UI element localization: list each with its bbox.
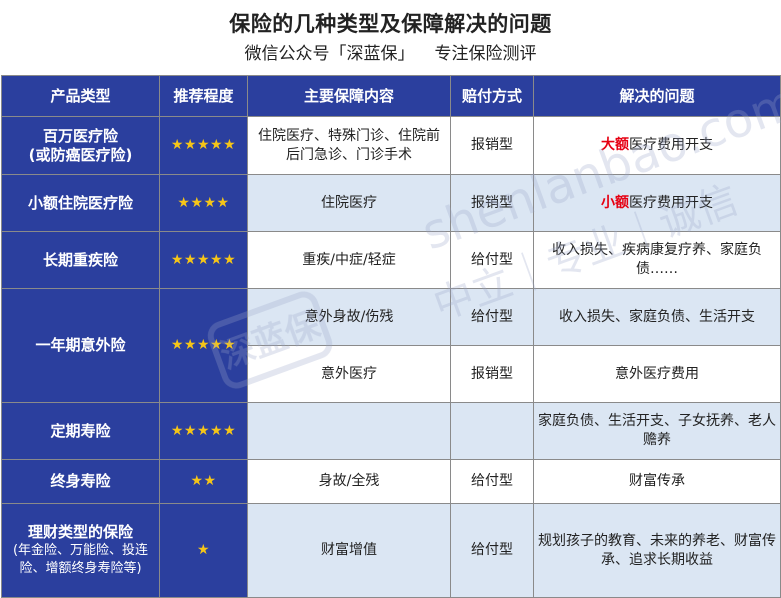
cell-coverage: 意外医疗 — [247, 345, 451, 403]
cell-payout: 报销型 — [450, 174, 534, 232]
page-subtitle: 微信公众号「深蓝保」 专注保险测评 — [0, 37, 781, 66]
cell-coverage — [247, 402, 451, 460]
column-header-rating: 推荐程度 — [159, 75, 248, 117]
cell-type: 长期重疾险 — [1, 231, 160, 289]
table-row: 百万医疗险 (或防癌医疗险) ★★★★★ 住院医疗、特殊门诊、住院前后门急诊、门… — [1, 116, 781, 175]
table-header-row: 产品类型 推荐程度 主要保障内容 赔付方式 解决的问题 — [1, 75, 781, 117]
subtitle-slogan: 专注保险测评 — [434, 44, 537, 64]
cell-problem: 意外医疗费用 — [533, 345, 781, 403]
cell-type: 终身寿险 — [1, 459, 160, 504]
rating-stars: ★★★★★ — [159, 402, 248, 460]
rating-stars: ★ — [159, 503, 248, 598]
insurance-comparison-table: 产品类型 推荐程度 主要保障内容 赔付方式 解决的问题 百万医疗险 (或防癌医疗… — [1, 75, 781, 598]
cell-payout: 报销型 — [450, 345, 534, 403]
cell-payout — [450, 402, 534, 460]
cell-coverage: 意外身故/伤残 — [247, 288, 451, 346]
problem-text: 医疗费用开支 — [629, 194, 713, 211]
cell-problem: 小额医疗费用开支 — [533, 174, 781, 232]
table-row: 定期寿险 ★★★★★ 家庭负债、生活开支、子女抚养、老人赡养 — [1, 402, 781, 460]
type-sub-label: (或防癌医疗险) — [28, 146, 133, 164]
cell-coverage: 身故/全残 — [247, 459, 451, 504]
page-title: 保险的几种类型及保障解决的问题 — [229, 12, 552, 36]
column-header-type: 产品类型 — [1, 75, 160, 117]
cell-type: 小额住院医疗险 — [1, 174, 160, 232]
cell-problem: 家庭负债、生活开支、子女抚养、老人赡养 — [533, 402, 781, 460]
type-sub-label: (年金险、万能险、投连险、增额终身寿险等) — [12, 543, 149, 576]
cell-problem: 大额医疗费用开支 — [533, 116, 781, 175]
table-row: 小额住院医疗险 ★★★★ 住院医疗 报销型 小额医疗费用开支 — [1, 174, 781, 232]
cell-coverage: 住院医疗 — [247, 174, 451, 232]
cell-payout: 给付型 — [450, 459, 534, 504]
column-header-problem: 解决的问题 — [533, 75, 781, 117]
cell-problem: 收入损失、家庭负债、生活开支 — [533, 288, 781, 346]
cell-payout: 给付型 — [450, 231, 534, 289]
table-row: 终身寿险 ★★ 身故/全残 给付型 财富传承 — [1, 459, 781, 504]
rating-stars: ★★ — [159, 459, 248, 504]
cell-coverage: 财富增值 — [247, 503, 451, 598]
cell-problem: 规划孩子的教育、未来的养老、财富传承、追求长期收益 — [533, 503, 781, 598]
cell-coverage: 住院医疗、特殊门诊、住院前后门急诊、门诊手术 — [247, 116, 451, 175]
problem-emphasis: 小额 — [601, 194, 629, 211]
rating-stars: ★★★★★ — [159, 231, 248, 289]
cell-problem: 财富传承 — [533, 459, 781, 504]
cell-payout: 给付型 — [450, 503, 534, 598]
cell-type: 理财类型的保险 (年金险、万能险、投连险、增额终身寿险等) — [1, 503, 160, 598]
column-header-coverage: 主要保障内容 — [247, 75, 451, 117]
type-label: 百万医疗险 — [42, 127, 118, 145]
cell-type: 定期寿险 — [1, 402, 160, 460]
cell-coverage: 重疾/中症/轻症 — [247, 231, 451, 289]
problem-text: 医疗费用开支 — [629, 137, 713, 153]
cell-payout: 给付型 — [450, 288, 534, 346]
problem-emphasis: 大额 — [601, 137, 629, 153]
table-row: 理财类型的保险 (年金险、万能险、投连险、增额终身寿险等) ★ 财富增值 给付型… — [1, 503, 781, 598]
rating-stars: ★★★★★ — [159, 116, 248, 175]
table-row: 长期重疾险 ★★★★★ 重疾/中症/轻症 给付型 收入损失、疾病康复疗养、家庭负… — [1, 231, 781, 289]
cell-type: 百万医疗险 (或防癌医疗险) — [1, 116, 160, 175]
rating-stars: ★★★★ — [159, 174, 248, 232]
column-header-payout: 赔付方式 — [450, 75, 534, 117]
type-label: 理财类型的保险 — [27, 523, 133, 541]
subtitle-account: 微信公众号「深蓝保」 — [244, 44, 415, 64]
cell-problem: 收入损失、疾病康复疗养、家庭负债…… — [533, 231, 781, 289]
cell-type: 一年期意外险 — [1, 288, 160, 403]
header: 保险的几种类型及保障解决的问题 微信公众号「深蓝保」 专注保险测评 — [0, 0, 781, 74]
cell-payout: 报销型 — [450, 116, 534, 175]
rating-stars: ★★★★★ — [159, 288, 248, 403]
table-row: 一年期意外险 ★★★★★ 意外身故/伤残 给付型 收入损失、家庭负债、生活开支 — [1, 288, 781, 403]
